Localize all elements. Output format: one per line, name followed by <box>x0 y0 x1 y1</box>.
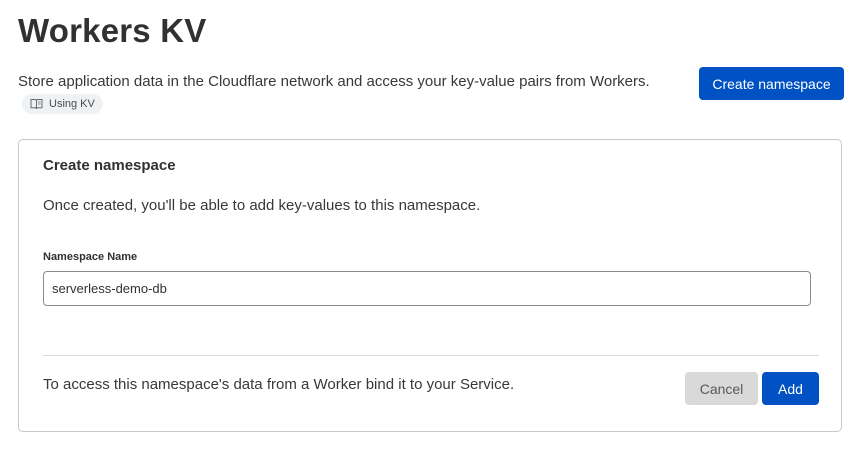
using-kv-link[interactable]: Using KV <box>22 94 103 114</box>
using-kv-label: Using KV <box>49 98 95 110</box>
page: Workers KV Store application data in the… <box>0 0 864 453</box>
create-namespace-panel: Create namespace Once created, you'll be… <box>18 139 842 432</box>
namespace-name-label: Namespace Name <box>43 251 138 263</box>
create-namespace-button[interactable]: Create namespace <box>699 67 844 100</box>
page-description-text: Store application data in the Cloudflare… <box>18 73 650 90</box>
page-title: Workers KV <box>18 12 207 49</box>
divider <box>43 355 819 356</box>
book-icon <box>30 98 43 110</box>
panel-title: Create namespace <box>43 157 176 174</box>
namespace-name-input[interactable] <box>43 271 811 306</box>
cancel-button[interactable]: Cancel <box>685 372 758 405</box>
add-button[interactable]: Add <box>762 372 819 405</box>
page-description: Store application data in the Cloudflare… <box>18 70 658 119</box>
panel-description: Once created, you'll be able to add key-… <box>43 197 481 214</box>
bind-hint-text: To access this namespace's data from a W… <box>43 376 515 393</box>
